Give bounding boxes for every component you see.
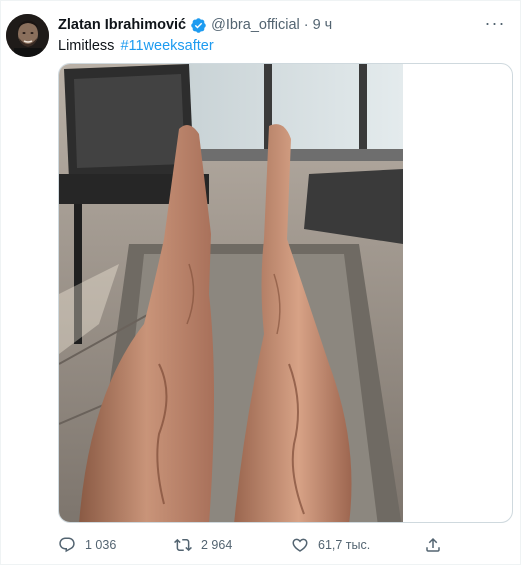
retweet-button[interactable]: 2 964: [174, 534, 232, 556]
share-icon: [426, 537, 440, 552]
hashtag-link[interactable]: #11weeksafter: [120, 38, 213, 54]
separator-dot: ·: [303, 17, 309, 33]
tweet-photo[interactable]: [59, 64, 403, 523]
like-button[interactable]: 61,7 тыс.: [291, 534, 370, 556]
tweet-media[interactable]: [58, 63, 513, 523]
retweet-icon: [174, 538, 192, 552]
tweet-text-body: Limitless: [58, 38, 115, 54]
share-button[interactable]: [424, 534, 451, 556]
tweet-card[interactable]: Zlatan Ibrahimović @Ibra_official · 9 ч …: [0, 0, 521, 565]
reply-button[interactable]: 1 036: [58, 534, 116, 556]
tweet-actions: 1 036 2 964 61,7 тыс.: [58, 534, 458, 556]
verified-badge-icon: [190, 17, 207, 34]
tweet-text: Limitless #11weeksafter: [58, 36, 214, 56]
tweet-header: Zlatan Ibrahimović @Ibra_official · 9 ч: [58, 15, 332, 35]
avatar[interactable]: [6, 14, 49, 57]
like-count: 61,7 тыс.: [318, 538, 371, 552]
author-handle[interactable]: @Ibra_official: [211, 17, 300, 33]
timestamp[interactable]: 9 ч: [313, 17, 333, 33]
like-icon: [292, 538, 308, 552]
more-options-icon[interactable]: ···: [484, 12, 506, 34]
reply-count: 1 036: [85, 538, 117, 552]
retweet-count: 2 964: [201, 538, 233, 552]
reply-icon: [59, 537, 75, 553]
author-name[interactable]: Zlatan Ibrahimović: [58, 17, 186, 33]
